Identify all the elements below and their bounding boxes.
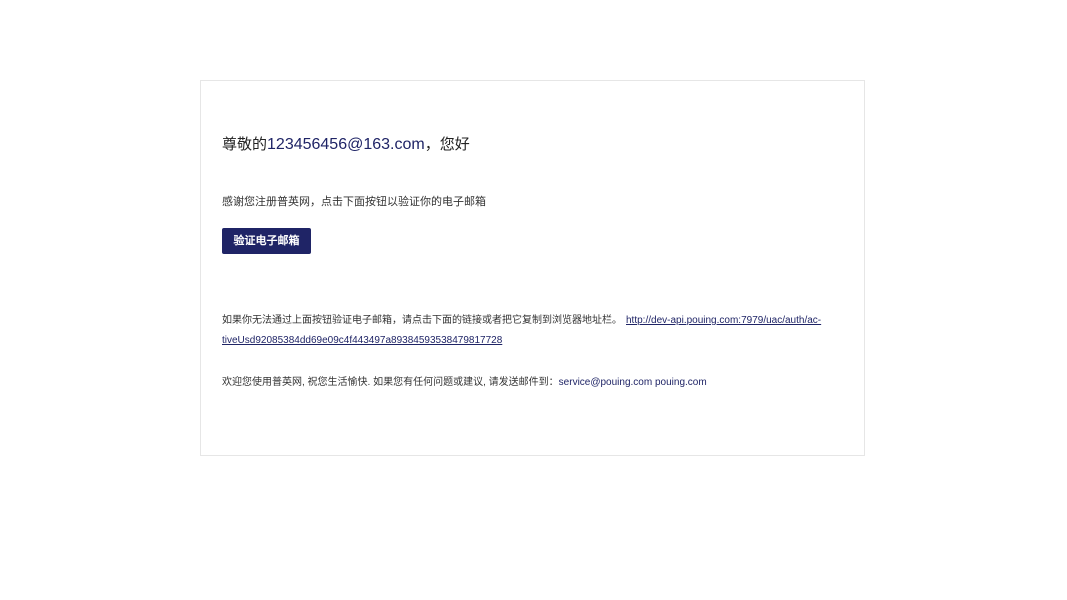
greeting-email: 123456456@163.com bbox=[267, 136, 425, 153]
intro-text: 感谢您注册普英网，点击下面按钮以验证你的电子邮箱 bbox=[222, 196, 486, 208]
footer-note: 欢迎您使用普英网, 祝您生活愉快. 如果您有任何问题或建议, 请发送邮件到：se… bbox=[222, 373, 707, 388]
greeting-suffix: ，您好 bbox=[424, 136, 470, 153]
contact-email: service@pouing.com pouing.com bbox=[558, 377, 707, 388]
fallback-text: 如果你无法通过上面按钮验证电子邮箱，请点击下面的链接或者把它复制到浏览器地址栏。 bbox=[222, 315, 622, 326]
greeting-prefix: 尊敬的 bbox=[222, 136, 268, 153]
verify-email-button[interactable]: 验证电子邮箱 bbox=[222, 228, 311, 254]
footer-text: 欢迎您使用普英网, 祝您生活愉快. 如果您有任何问题或建议, 请发送邮件到： bbox=[222, 377, 559, 388]
fallback-instructions: 如果你无法通过上面按钮验证电子邮箱，请点击下面的链接或者把它复制到浏览器地址栏。… bbox=[222, 311, 822, 351]
greeting-heading: 尊敬的123456456@163.com，您好 bbox=[222, 133, 470, 154]
email-card: 尊敬的123456456@163.com，您好 感谢您注册普英网，点击下面按钮以… bbox=[200, 80, 865, 456]
